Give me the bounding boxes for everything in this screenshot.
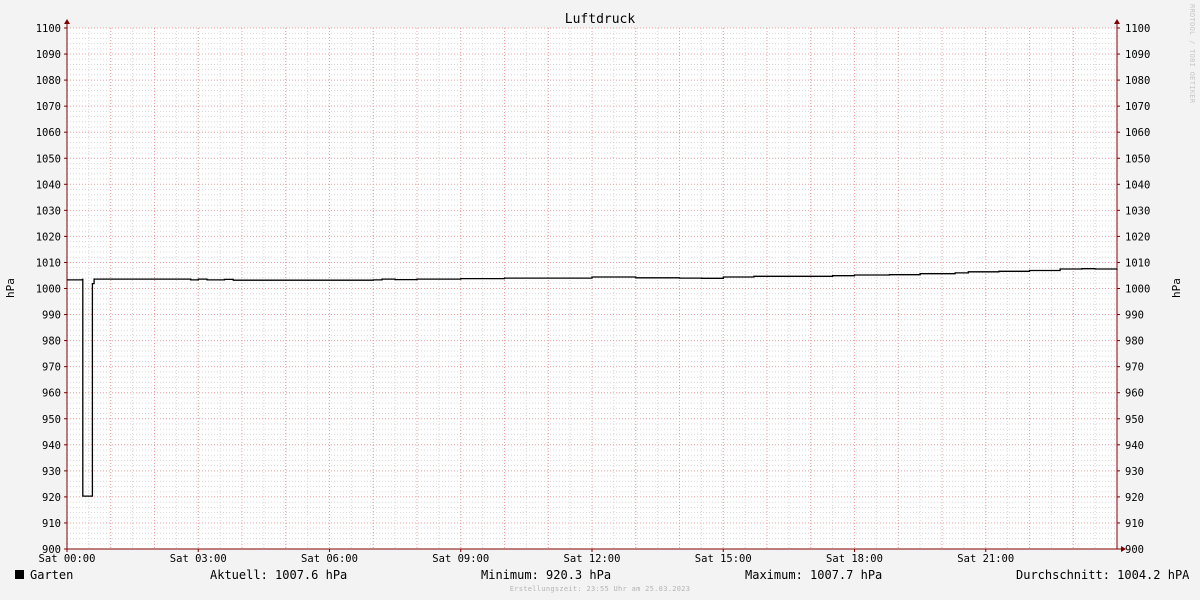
y-tick-label-left: 940 [42,440,61,452]
y-tick-label-left: 1060 [36,127,61,139]
y-tick-label-left: 1040 [36,179,61,191]
stat-aktuell: Aktuell: 1007.6 hPa [210,568,348,582]
y-axis-arrow-right [1114,19,1120,24]
legend-swatch [15,570,24,579]
y-tick-label-right: 960 [1125,388,1144,400]
chart-root: 900 900 910 910 920 920 930 930 940 940 950 950 960 9… [0,0,1200,600]
chart-title: Luftdruck [565,12,636,27]
y-tick-label-left: 950 [42,414,61,426]
x-tick-label: Sat 09:00 [432,553,489,565]
y-tick-label-left: 1030 [36,205,61,217]
stat-maximum: Maximum: 1007.7 hPa [745,568,883,582]
x-tick-label: Sat 03:00 [170,553,227,565]
legend: Garten Aktuell: 1007.6 hPa Minimum: 920.… [0,566,1200,584]
y-axis-arrow-left [64,19,70,24]
x-tick-label: Sat 15:00 [695,553,752,565]
y-tick-label-right: 970 [1125,362,1144,374]
y-axis-label-right: hPa [1170,278,1183,298]
y-tick-label-right: 940 [1125,440,1144,452]
y-tick-label-right: 1090 [1125,49,1150,61]
plot-area: 900 900910 910920 920930 930940 940950 950960 9… [4,12,1183,565]
y-tick-label-right: 980 [1125,336,1144,348]
y-tick-label-right: 920 [1125,492,1144,504]
y-tick-label-right: 1070 [1125,101,1150,113]
y-tick-label-left: 1070 [36,101,61,113]
y-tick-label-left: 960 [42,388,61,400]
y-tick-label-right: 1050 [1125,153,1150,165]
y-tick-label-left: 1100 [36,23,61,35]
y-tick-label-right: 1000 [1125,284,1150,296]
y-tick-label-right: 900 [1125,544,1144,556]
y-tick-label-left: 980 [42,336,61,348]
y-tick-label-right: 990 [1125,310,1144,322]
y-tick-label-left: 1020 [36,231,61,243]
x-tick-label: Sat 18:00 [826,553,883,565]
y-tick-label-left: 1090 [36,49,61,61]
y-tick-label-right: 1080 [1125,75,1150,87]
y-tick-label-left: 1050 [36,153,61,165]
y-tick-label-left: 1000 [36,284,61,296]
watermark: RRDTOOL / TOBI OETIKER [1188,4,1196,104]
creation-timestamp: Erstellungszeit: 23:55 Uhr am 25.03.2023 [509,585,691,593]
y-tick-label-right: 1010 [1125,257,1150,269]
y-tick-label-left: 990 [42,310,61,322]
y-tick-label-left: 920 [42,492,61,504]
y-tick-label-left: 1010 [36,257,61,269]
y-tick-label-left: 1080 [36,75,61,87]
y-tick-label-left: 930 [42,466,61,478]
x-tick-label: Sat 00:00 [39,553,96,565]
y-tick-label-right: 1040 [1125,179,1150,191]
x-tick-label: Sat 12:00 [564,553,621,565]
y-tick-label-right: 1030 [1125,205,1150,217]
stat-durchschnitt: Durchschnitt: 1004.2 hPA [1016,568,1190,582]
x-tick-label: Sat 21:00 [957,553,1014,565]
x-tick-label: Sat 06:00 [301,553,358,565]
y-tick-label-right: 930 [1125,466,1144,478]
y-axis-label-left: hPa [4,278,17,298]
y-tick-label-right: 1100 [1125,23,1150,35]
y-tick-label-right: 1020 [1125,231,1150,243]
legend-series-name: Garten [30,568,74,582]
y-tick-label-right: 950 [1125,414,1144,426]
stat-minimum: Minimum: 920.3 hPa [481,568,612,582]
y-tick-label-right: 1060 [1125,127,1150,139]
y-tick-label-left: 970 [42,362,61,374]
y-tick-label-right: 910 [1125,518,1144,530]
y-tick-label-left: 910 [42,518,61,530]
